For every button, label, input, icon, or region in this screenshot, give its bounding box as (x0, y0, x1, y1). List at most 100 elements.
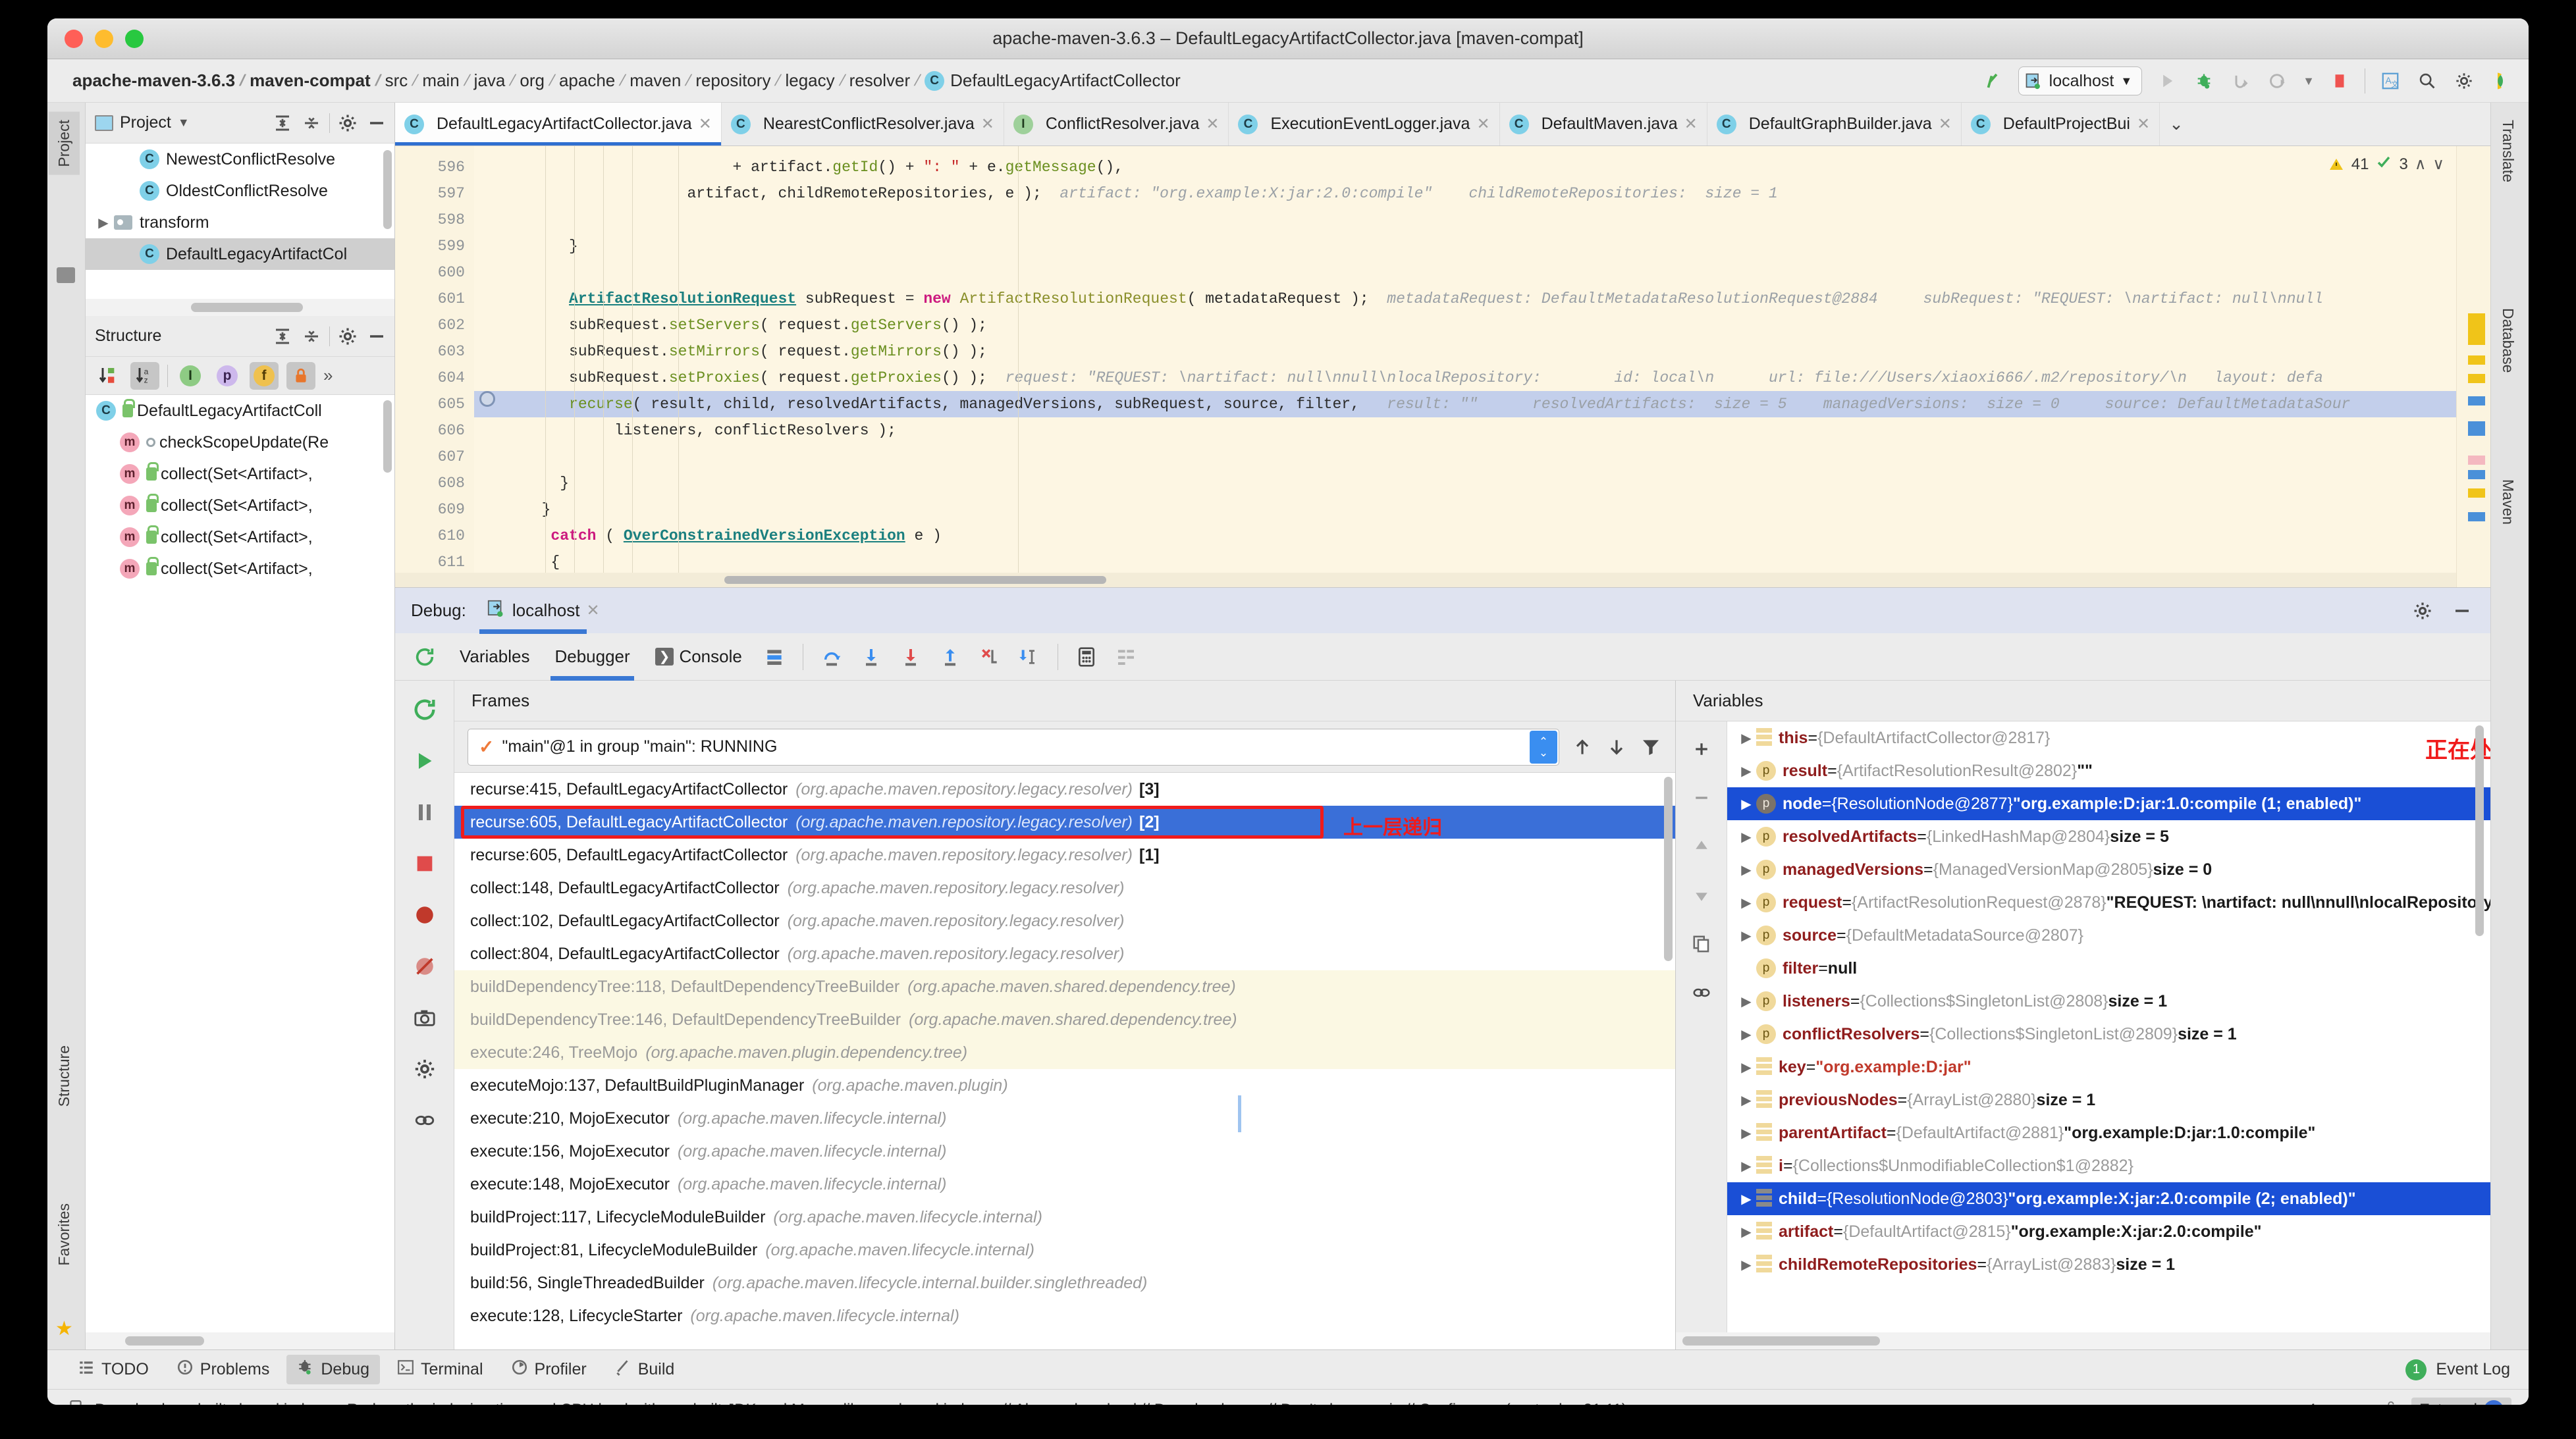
frame-item[interactable]: executeMojo:137, DefaultBuildPluginManag… (454, 1069, 1675, 1102)
code-line[interactable]: subRequest.setMirrors( request.getMirror… (474, 338, 2456, 365)
inline-watches-icon[interactable] (1684, 976, 1719, 1010)
variable-row[interactable]: ▶ this = {DefaultArtifactCollector@2817} (1727, 721, 2490, 754)
variable-row[interactable]: ▶ p conflictResolvers = {Collections$Singl… (1727, 1018, 2490, 1051)
remove-watch-icon[interactable] (1684, 781, 1719, 815)
breadcrumb-item[interactable]: maven-compat / (250, 70, 385, 91)
hide-panel-icon[interactable] (2451, 600, 2473, 622)
structure-node[interactable]: m collect(Set<Artifact>, (86, 521, 394, 553)
variable-row[interactable]: ▶ p resolvedArtifacts = {LinkedHashMap@280… (1727, 820, 2490, 853)
variable-row[interactable]: ▶ key = "org.example:D:jar" (1727, 1051, 2490, 1084)
code-line[interactable]: catch ( OverConstrainedVersionException … (474, 523, 2456, 549)
translate-icon[interactable]: A文 (2378, 69, 2402, 93)
lock-icon[interactable] (2384, 1398, 2398, 1405)
variable-row[interactable]: ▶ child = {ResolutionNode@2803} "org.exam… (1727, 1182, 2490, 1215)
frame-item[interactable]: execute:246, TreeMojo (org.apache.maven.p… (454, 1036, 1675, 1069)
variable-row[interactable]: ▶ p request = {ArtifactResolutionRequest@2… (1727, 886, 2490, 919)
code-line[interactable]: { (474, 549, 2456, 575)
layout-settings-icon[interactable] (1115, 646, 1137, 668)
structure-node[interactable]: m collect(Set<Artifact>, (86, 490, 394, 521)
variable-row[interactable]: ▶ artifact = {DefaultArtifact@2815} "org.… (1727, 1215, 2490, 1248)
collapse-all-icon[interactable] (300, 112, 323, 134)
sort-by-visibility-icon[interactable] (94, 362, 122, 390)
show-execution-point-icon[interactable] (763, 646, 786, 668)
variable-row[interactable]: ▶ previousNodes = {ArrayList@2880} size =… (1727, 1084, 2490, 1116)
strip-tab-database[interactable]: Database (2492, 300, 2523, 380)
step-over-icon[interactable] (820, 646, 843, 668)
chevron-right-icon[interactable]: ▶ (1736, 928, 1756, 944)
bottom-tab-terminal[interactable]: Terminal (387, 1355, 493, 1384)
editor-marker-bar[interactable] (2456, 146, 2490, 587)
branch-icon[interactable] (1981, 69, 2005, 93)
editor-tab[interactable]: I ConflictResolver.java ✕ (1004, 103, 1229, 145)
editor-tab-strip[interactable]: C DefaultLegacyArtifactCollector.java ✕ C Ne… (395, 103, 2490, 146)
breadcrumb-item[interactable]: repository / (695, 70, 785, 91)
up-arrow-icon[interactable] (1571, 736, 1594, 758)
add-watch-icon[interactable] (1684, 732, 1719, 766)
strip-tab-translate[interactable]: Translate (2492, 112, 2523, 190)
frame-item[interactable]: execute:156, MojoExecutor (org.apache.mav… (454, 1135, 1675, 1168)
inspection-status[interactable]: 41 3 ∧ ∨ (2328, 154, 2444, 174)
down-arrow-icon[interactable] (1605, 736, 1628, 758)
gear-icon[interactable] (2411, 600, 2434, 622)
variable-row[interactable]: ▶ childRemoteRepositories = {ArrayList@28… (1727, 1248, 2490, 1281)
variable-row[interactable]: ▶ p listeners = {Collections$SingletonList… (1727, 985, 2490, 1018)
strip-tab-project[interactable]: Project (49, 112, 80, 175)
next-problem-icon[interactable]: ∨ (2432, 155, 2444, 174)
code-line[interactable]: subRequest.setServers( request.getServer… (474, 312, 2456, 338)
breadcrumb-item[interactable]: src / (385, 70, 423, 91)
force-step-into-icon[interactable] (899, 646, 922, 668)
frames-list[interactable]: recurse:415, DefaultLegacyArtifactCollec… (454, 773, 1675, 1349)
frame-item[interactable]: collect:804, DefaultLegacyArtifactCollec… (454, 937, 1675, 970)
show-fields-icon[interactable]: f (250, 361, 279, 390)
tabs-overflow-icon[interactable]: ⌄ (2160, 103, 2193, 145)
variable-row[interactable]: ▶ i = {Collections$UnmodifiableCollection… (1727, 1149, 2490, 1182)
close-icon[interactable]: ✕ (1939, 115, 1952, 134)
coverage-icon[interactable] (2266, 69, 2290, 93)
strip-tab-maven[interactable]: Maven (2492, 471, 2523, 533)
breadcrumb-item[interactable]: main / (422, 70, 473, 91)
up-icon[interactable] (1684, 829, 1719, 864)
variable-row[interactable]: ▶ p managedVersions = {ManagedVersionMap@2… (1727, 853, 2490, 886)
bottom-tab-problems[interactable]: Problems (166, 1355, 281, 1384)
close-icon[interactable]: ✕ (981, 115, 994, 134)
mute-breakpoints-icon[interactable] (408, 949, 442, 983)
code-line[interactable]: } (474, 233, 2456, 259)
frame-item[interactable]: collect:102, DefaultLegacyArtifactCollec… (454, 904, 1675, 937)
frame-item[interactable]: buildDependencyTree:146, DefaultDependen… (454, 1003, 1675, 1036)
expand-all-icon[interactable] (271, 325, 294, 348)
variable-row[interactable]: ▶ p result = {ArtifactResolutionResult@280… (1727, 754, 2490, 787)
stop-icon[interactable] (408, 847, 442, 881)
chevron-right-icon[interactable]: ▶ (95, 214, 112, 231)
breadcrumb-item[interactable]: apache / (559, 70, 630, 91)
chevron-down-icon[interactable]: ▼ (178, 116, 190, 130)
indent-setting[interactable]: 4 spaces (2307, 1401, 2371, 1405)
hide-panel-icon[interactable] (365, 112, 388, 134)
close-icon[interactable]: ✕ (699, 115, 712, 134)
chevron-right-icon[interactable]: ▶ (1736, 829, 1756, 845)
breadcrumb-item[interactable]: C DefaultLegacyArtifactCollector (925, 70, 1181, 91)
frame-item[interactable]: execute:128, LifecycleStarter (org.apache… (454, 1299, 1675, 1332)
close-icon[interactable]: ✕ (1684, 115, 1698, 134)
frame-item[interactable]: recurse:605, DefaultLegacyArtifactCollec… (454, 839, 1675, 872)
search-everywhere-icon[interactable] (2415, 69, 2439, 93)
variable-row[interactable]: ▶ p source = {DefaultMetadataSource@2807} (1727, 919, 2490, 952)
chevron-right-icon[interactable]: ▶ (1736, 763, 1756, 779)
editor-tab[interactable]: C DefaultProjectBui ✕ (1962, 103, 2160, 145)
variables-hscrollbar[interactable] (1676, 1332, 2490, 1349)
pause-program-icon[interactable] (408, 795, 442, 829)
step-into-icon[interactable] (860, 646, 882, 668)
bottom-tab-todo[interactable]: TODO (67, 1355, 159, 1384)
chevron-right-icon[interactable]: ▶ (1736, 1224, 1756, 1240)
project-tree[interactable]: C NewestConflictResolve C OldestConflictRes… (86, 144, 394, 299)
breadcrumb-item[interactable]: resolver / (849, 70, 925, 91)
breadcrumb-item[interactable]: java / (474, 70, 520, 91)
event-log-label[interactable]: Event Log (2436, 1360, 2510, 1379)
hide-panel-icon[interactable] (365, 325, 388, 348)
show-inherited-icon[interactable]: I (176, 362, 205, 390)
copy-value-icon[interactable] (1684, 927, 1719, 961)
code-line[interactable] (474, 207, 2456, 233)
tab-variables[interactable]: Variables (456, 633, 533, 681)
gear-icon[interactable] (336, 112, 359, 134)
variable-row[interactable]: ▶ p node = {ResolutionNode@2877} "org.exam… (1727, 787, 2490, 820)
code-line[interactable]: } (474, 496, 2456, 523)
